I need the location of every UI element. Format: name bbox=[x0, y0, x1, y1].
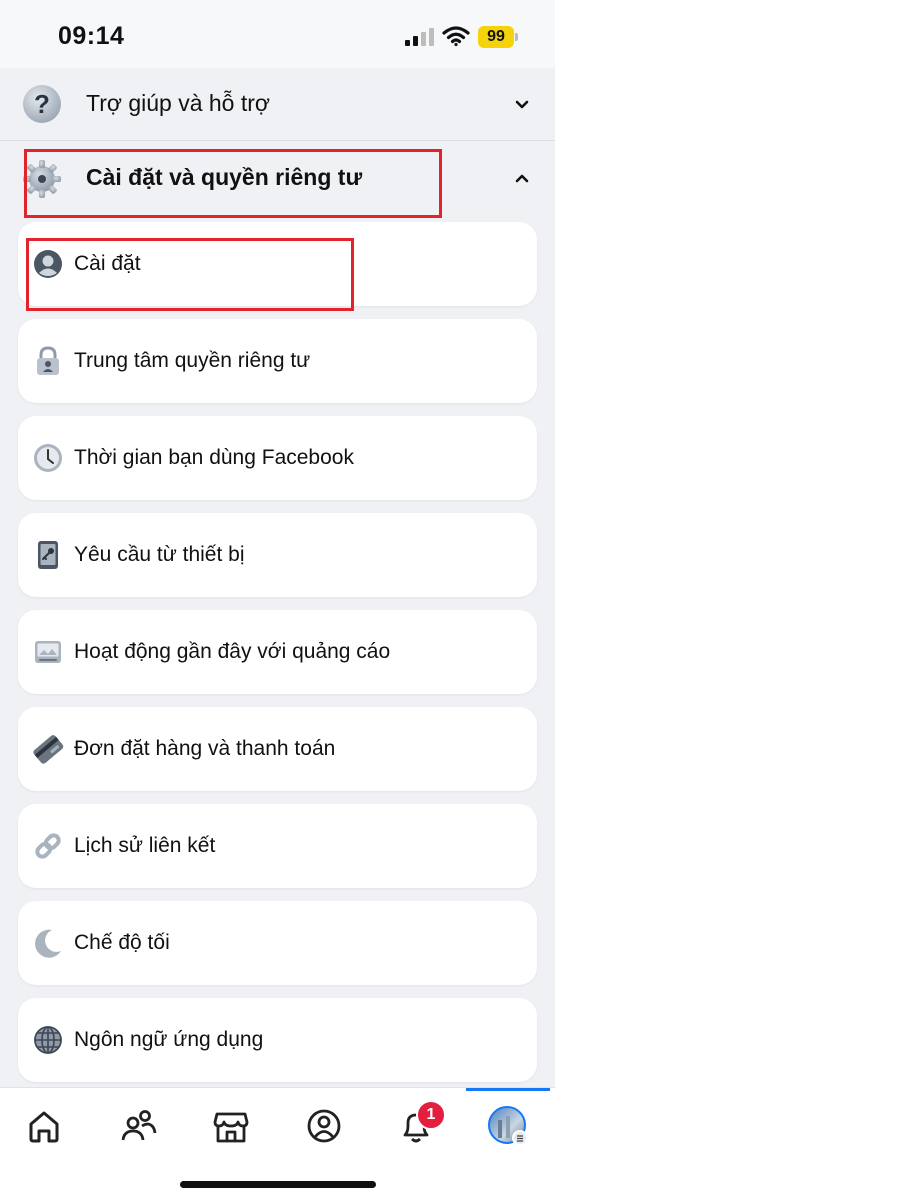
svg-text:?: ? bbox=[34, 89, 50, 119]
menu-item-label: Cài đặt bbox=[74, 252, 141, 275]
menu-item-label: Đơn đặt hàng và thanh toán bbox=[74, 737, 336, 760]
menu-item-link-history[interactable]: Lịch sử liên kết bbox=[18, 804, 537, 888]
gear-icon bbox=[23, 160, 61, 198]
section-settings-privacy[interactable]: Cài đặt và quyền riêng tư bbox=[0, 141, 555, 217]
section-help-support[interactable]: ? Trợ giúp và hỗ trợ bbox=[0, 68, 555, 141]
section-settings-label: Cài đặt và quyền riêng tư bbox=[86, 164, 363, 190]
profile-icon bbox=[34, 250, 62, 278]
menu-item-app-language[interactable]: Ngôn ngữ ứng dụng bbox=[18, 998, 537, 1082]
menu-item-recent-ad-activity[interactable]: Hoạt động gần đây với quảng cáo bbox=[18, 610, 537, 694]
chevron-down-icon[interactable] bbox=[512, 94, 532, 114]
menu-item-label: Lịch sử liên kết bbox=[74, 834, 216, 857]
link-icon bbox=[35, 833, 61, 859]
profile-icon[interactable] bbox=[304, 1106, 344, 1146]
question-icon: ? bbox=[23, 85, 61, 123]
menu-item-device-requests[interactable]: Yêu cầu từ thiết bị bbox=[18, 513, 537, 597]
menu-item-orders-payments[interactable]: Đơn đặt hàng và thanh toán bbox=[18, 707, 537, 791]
status-bar: 09:14 99 bbox=[0, 0, 555, 68]
menu-item-settings[interactable]: Cài đặt bbox=[18, 222, 537, 306]
nav-active-indicator bbox=[466, 1088, 550, 1091]
clock-icon bbox=[34, 444, 62, 472]
moon-icon bbox=[35, 929, 61, 958]
phone-screen: 09:14 99 ? Trợ giúp và hỗ trợ Cài đặt và… bbox=[0, 0, 555, 1200]
wifi-icon bbox=[442, 26, 470, 47]
card-icon bbox=[33, 735, 64, 764]
status-time: 09:14 bbox=[58, 22, 125, 50]
phone-key-icon bbox=[38, 541, 58, 569]
battery-icon: 99 bbox=[478, 26, 514, 48]
section-help-label: Trợ giúp và hỗ trợ bbox=[86, 90, 270, 116]
menu-item-label: Trung tâm quyền riêng tư bbox=[74, 349, 311, 372]
chevron-up-icon[interactable] bbox=[512, 169, 532, 189]
notification-badge: 1 bbox=[416, 1100, 446, 1130]
home-indicator bbox=[180, 1181, 376, 1188]
friends-icon[interactable] bbox=[118, 1106, 158, 1146]
menu-item-time-on-facebook[interactable]: Thời gian bạn dùng Facebook bbox=[18, 416, 537, 500]
home-icon[interactable] bbox=[24, 1106, 64, 1146]
ad-image-icon bbox=[35, 641, 61, 663]
battery-tip bbox=[515, 33, 518, 41]
menu-avatar-icon[interactable] bbox=[488, 1106, 528, 1146]
lock-icon bbox=[37, 346, 59, 375]
menu-item-label: Hoạt động gần đây với quảng cáo bbox=[74, 640, 391, 663]
menu-item-label: Thời gian bạn dùng Facebook bbox=[74, 446, 354, 469]
menu-item-label: Chế độ tối bbox=[74, 931, 170, 954]
menu-item-dark-mode[interactable]: Chế độ tối bbox=[18, 901, 537, 985]
menu-item-label: Ngôn ngữ ứng dụng bbox=[74, 1028, 264, 1051]
globe-icon bbox=[34, 1026, 62, 1054]
signal-icon bbox=[405, 28, 434, 46]
marketplace-icon[interactable] bbox=[211, 1106, 251, 1146]
menu-item-privacy-center[interactable]: Trung tâm quyền riêng tư bbox=[18, 319, 537, 403]
menu-item-label: Yêu cầu từ thiết bị bbox=[74, 543, 245, 566]
